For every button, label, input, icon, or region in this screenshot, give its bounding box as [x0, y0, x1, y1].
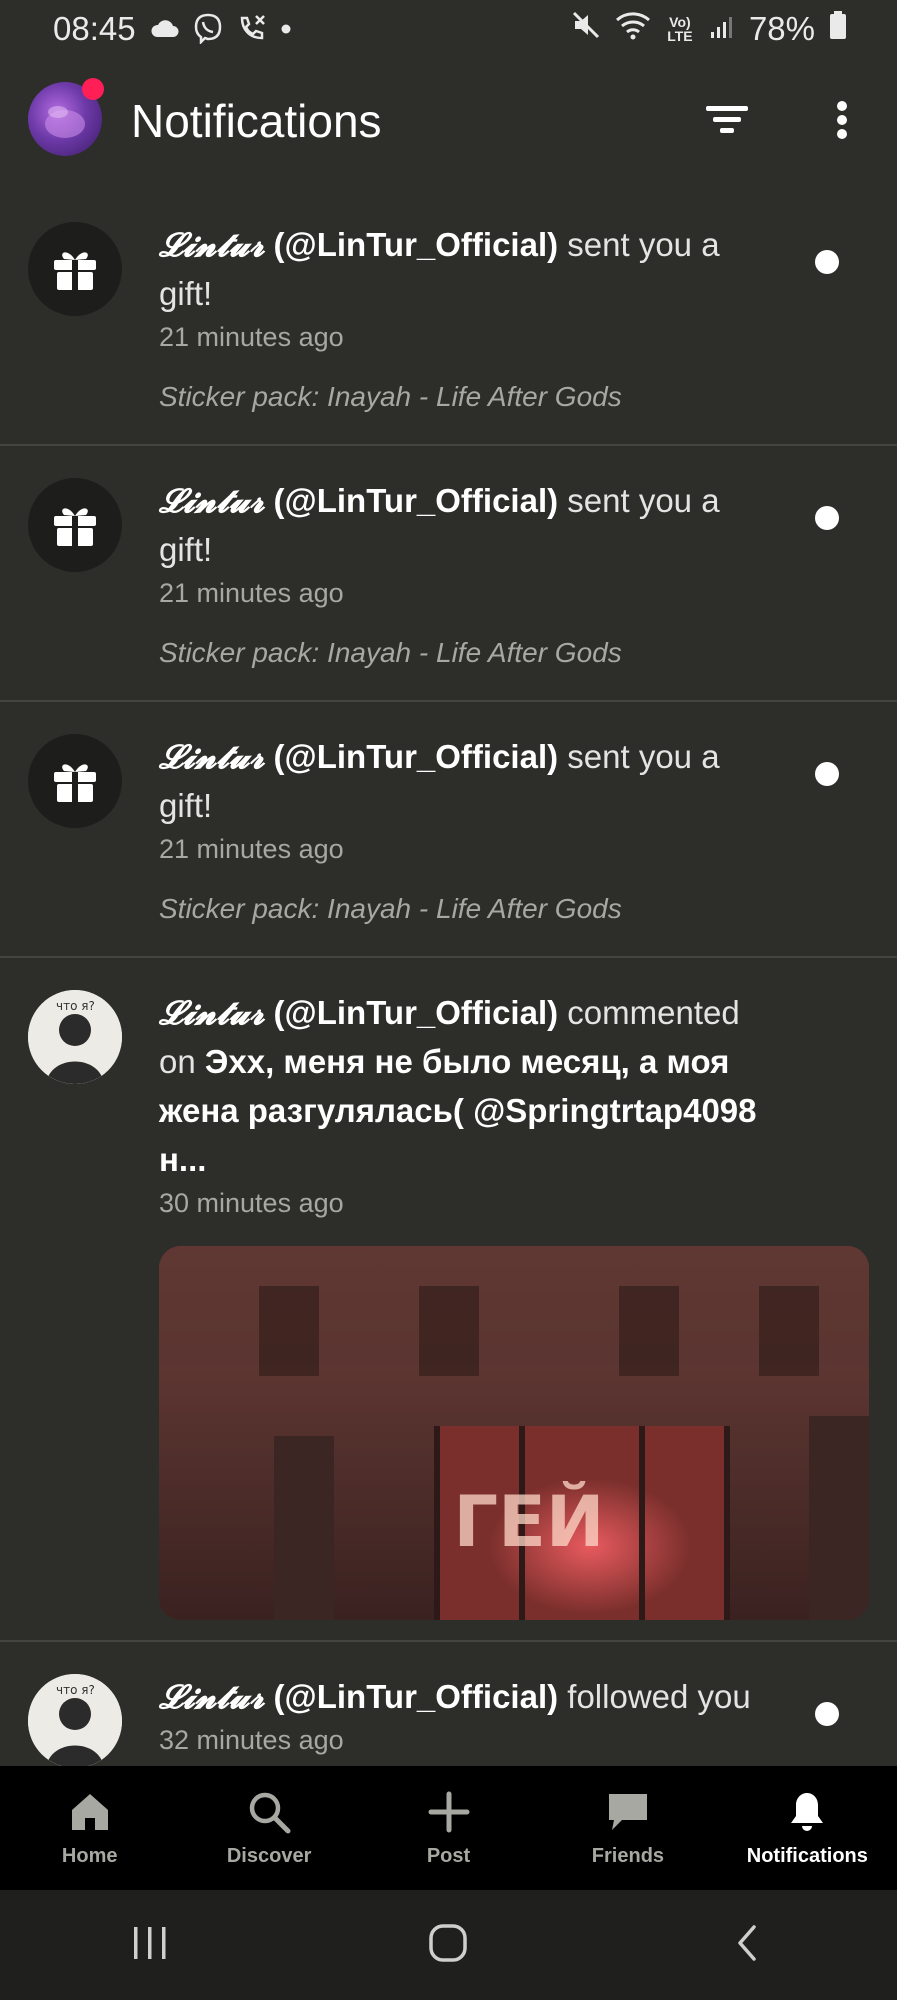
sender-handle[interactable]: (@LinTur_Official) [274, 226, 559, 263]
search-icon [247, 1790, 291, 1839]
home-button[interactable] [389, 1905, 509, 1985]
unread-indicator [815, 1702, 839, 1726]
missed-call-icon [236, 12, 268, 49]
notification-text: 𝓛𝓲𝓷𝓽𝓾𝓻 (@LinTur_Official) sent you a gif… [159, 476, 779, 670]
status-bar: 08:45 Vo) LTE 78% [0, 0, 897, 60]
notification-text: 𝓛𝓲𝓷𝓽𝓾𝓻 (@LinTur_Official) followed you 3… [159, 1672, 779, 1757]
chat-bubble-icon [606, 1790, 650, 1839]
sender-name[interactable]: 𝓛𝓲𝓷𝓽𝓾𝓻 [159, 225, 264, 264]
battery-percent: 78% [748, 10, 815, 47]
home-circle-icon [427, 1921, 471, 1970]
nav-label: Home [61, 1845, 118, 1867]
sender-handle[interactable]: (@LinTur_Official) [274, 482, 559, 519]
gift-icon [28, 734, 122, 828]
nav-home[interactable]: Home [0, 1766, 179, 1890]
sender-name[interactable]: 𝓛𝓲𝓷𝓽𝓾𝓻 [159, 481, 264, 520]
gift-detail: Sticker pack: Inayah - Life After Gods [159, 893, 622, 924]
back-button[interactable] [688, 1905, 808, 1985]
notification-item[interactable]: 𝓛𝓲𝓷𝓽𝓾𝓻 (@LinTur_Official) sent you a gif… [0, 446, 897, 702]
notification-action: followed you [567, 1678, 751, 1715]
profile-avatar[interactable] [28, 78, 104, 156]
app-header: Notifications [0, 68, 897, 174]
notification-item[interactable]: 𝓛𝓲𝓷𝓽𝓾𝓻 (@LinTur_Official) sent you a gif… [0, 190, 897, 446]
timestamp: 30 minutes ago [159, 1188, 344, 1218]
notification-text: 𝓛𝓲𝓷𝓽𝓾𝓻 (@LinTur_Official) sent you a gif… [159, 732, 779, 926]
post-title[interactable]: Эхх, меня не было месяц, а моя жена разг… [159, 1043, 757, 1178]
gift-icon [28, 478, 122, 572]
notification-item[interactable]: что я? 𝓛𝓲𝓷𝓽𝓾𝓻 (@LinTur_Official) followe… [0, 1642, 897, 1768]
plus-icon [427, 1790, 471, 1839]
timestamp: 21 minutes ago [159, 322, 344, 352]
filter-button[interactable] [702, 98, 752, 142]
sender-handle[interactable]: (@LinTur_Official) [274, 994, 559, 1031]
timestamp: 21 minutes ago [159, 578, 344, 608]
notification-item[interactable]: что я? 𝓛𝓲𝓷𝓽𝓾𝓻 (@LinTur_Official) comment… [0, 958, 897, 1642]
bottom-navigation: Home Discover Post Friends Notifications [0, 1766, 897, 1890]
recents-button[interactable] [90, 1905, 210, 1985]
sender-name[interactable]: 𝓛𝓲𝓷𝓽𝓾𝓻 [159, 1677, 264, 1716]
nav-label: Post [426, 1845, 471, 1867]
nav-label: Discover [226, 1845, 312, 1867]
unread-indicator [815, 250, 839, 274]
notification-badge [82, 78, 104, 100]
nav-label: Friends [591, 1845, 665, 1867]
home-icon [68, 1790, 112, 1839]
viber-icon [192, 12, 224, 49]
sender-handle[interactable]: (@LinTur_Official) [274, 1678, 559, 1715]
notification-text: 𝓛𝓲𝓷𝓽𝓾𝓻 (@LinTur_Official) commented on Э… [159, 988, 779, 1220]
cloud-icon [150, 17, 180, 44]
recents-icon [128, 1923, 172, 1968]
bell-icon [785, 1790, 829, 1839]
unread-indicator [815, 506, 839, 530]
post-thumbnail[interactable]: ГЕЙ [159, 1246, 869, 1620]
svg-text:что я?: что я? [56, 1683, 95, 1697]
back-icon [726, 1921, 770, 1970]
timestamp: 32 minutes ago [159, 1725, 344, 1755]
filter-icon [702, 106, 752, 146]
nav-discover[interactable]: Discover [179, 1766, 358, 1890]
sender-name[interactable]: 𝓛𝓲𝓷𝓽𝓾𝓻 [159, 993, 264, 1032]
nav-friends[interactable]: Friends [538, 1766, 717, 1890]
page-title: Notifications [131, 95, 382, 147]
sender-name[interactable]: 𝓛𝓲𝓷𝓽𝓾𝓻 [159, 737, 264, 776]
timestamp: 21 minutes ago [159, 834, 344, 864]
gift-detail: Sticker pack: Inayah - Life After Gods [159, 381, 622, 412]
wifi-icon [615, 10, 651, 48]
signal-icon [709, 10, 735, 48]
user-avatar[interactable]: что я? [28, 990, 122, 1084]
post-image-text: ГЕЙ [453, 1481, 604, 1563]
gift-icon [28, 222, 122, 316]
nav-notifications[interactable]: Notifications [718, 1766, 897, 1890]
more-vert-icon [822, 101, 862, 146]
notification-item[interactable]: 𝓛𝓲𝓷𝓽𝓾𝓻 (@LinTur_Official) sent you a gif… [0, 702, 897, 958]
more-options-button[interactable] [822, 98, 862, 142]
unread-indicator [815, 762, 839, 786]
notification-text: 𝓛𝓲𝓷𝓽𝓾𝓻 (@LinTur_Official) sent you a gif… [159, 220, 779, 414]
system-navigation [0, 1890, 897, 2000]
lte-icon: Vo) LTE [667, 14, 693, 44]
sender-handle[interactable]: (@LinTur_Official) [274, 738, 559, 775]
svg-text:что я?: что я? [56, 999, 95, 1013]
nav-label: Notifications [746, 1845, 868, 1867]
nav-post[interactable]: Post [359, 1766, 538, 1890]
mute-icon [571, 10, 601, 48]
gift-detail: Sticker pack: Inayah - Life After Gods [159, 637, 622, 668]
notification-list[interactable]: 𝓛𝓲𝓷𝓽𝓾𝓻 (@LinTur_Official) sent you a gif… [0, 190, 897, 1768]
status-time: 08:45 [53, 10, 136, 47]
dot-icon [280, 22, 292, 40]
battery-icon [829, 10, 847, 48]
user-avatar[interactable]: что я? [28, 1674, 122, 1768]
